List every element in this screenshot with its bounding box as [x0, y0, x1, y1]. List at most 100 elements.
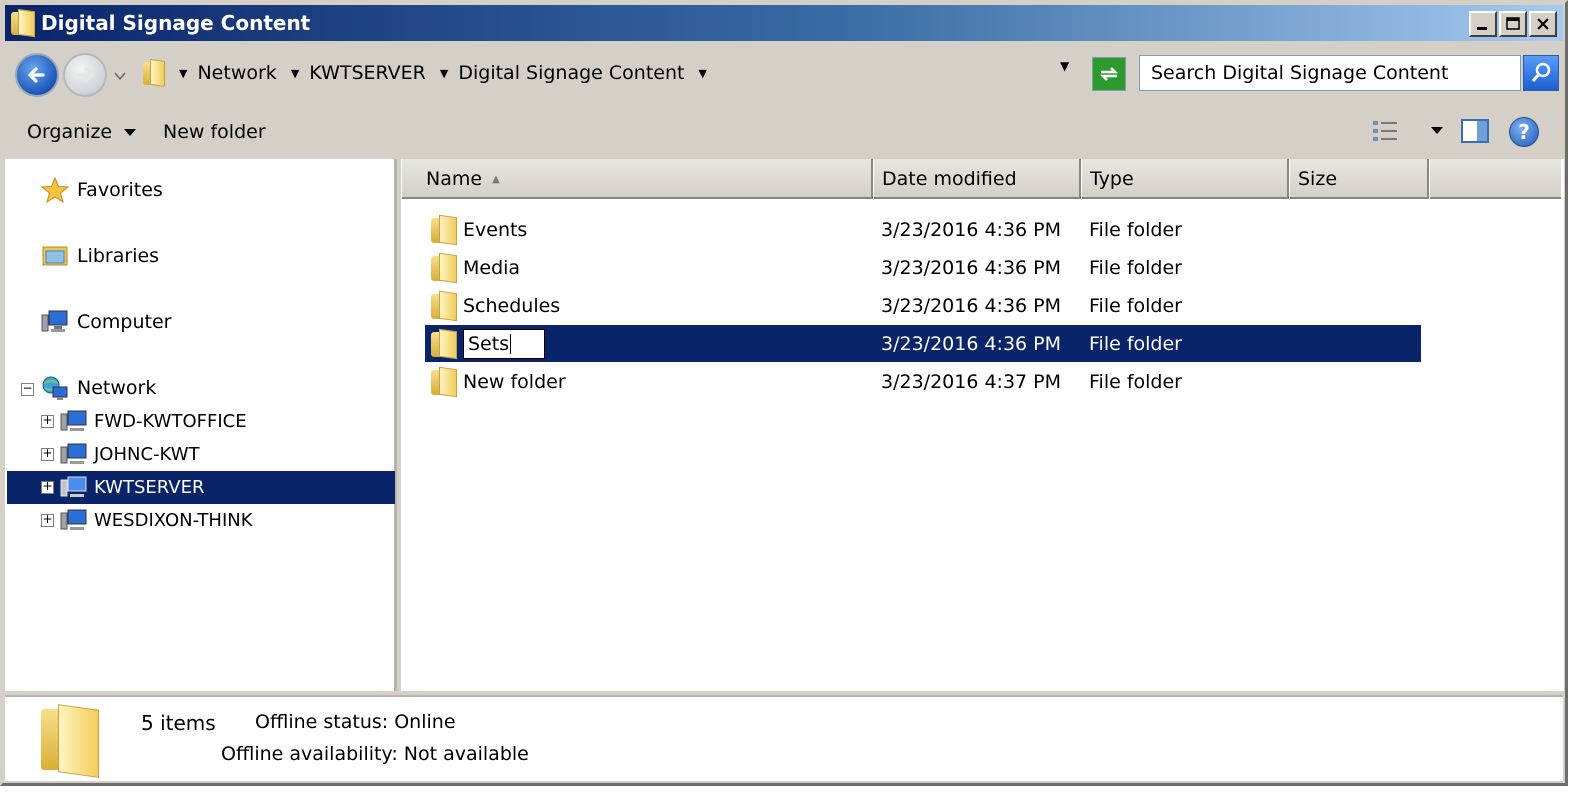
file-type: File folder — [1089, 256, 1182, 279]
search-input[interactable]: Search Digital Signage Content — [1139, 55, 1521, 91]
maximize-icon — [1506, 17, 1520, 30]
file-row[interactable]: New folder 3/23/2016 4:37 PM File folder — [425, 363, 1421, 400]
rename-input[interactable]: Sets — [463, 328, 545, 359]
nav-libraries[interactable]: Libraries — [41, 243, 159, 269]
file-date: 3/23/2016 4:36 PM — [881, 256, 1062, 279]
nav-favorites-label: Favorites — [77, 179, 163, 201]
text-caret — [510, 333, 512, 354]
nav-item-label: FWD-KWTOFFICE — [94, 411, 247, 432]
expand-button[interactable]: + — [41, 513, 54, 527]
column-date-modified[interactable]: Date modified — [873, 159, 1081, 199]
computer-icon — [60, 443, 87, 464]
refresh-button[interactable] — [1092, 57, 1126, 91]
window-title: Digital Signage Content — [41, 11, 311, 35]
file-row[interactable]: Schedules 3/23/2016 4:36 PM File folder — [425, 287, 1421, 324]
folder-icon — [143, 58, 165, 88]
help-icon[interactable]: ? — [1509, 117, 1539, 147]
folder-icon — [431, 214, 457, 245]
nav-network[interactable]: Network — [41, 375, 156, 401]
forward-button[interactable] — [63, 53, 107, 97]
file-date: 3/23/2016 4:36 PM — [881, 294, 1062, 317]
address-bar: ▼ Network ▼ KWTSERVER ▼ Digital Signage … — [5, 43, 1563, 103]
file-name: Schedules — [463, 294, 561, 317]
nav-computer[interactable]: Computer — [41, 309, 171, 335]
file-date: 3/23/2016 4:37 PM — [881, 370, 1062, 393]
column-header: Name ▲ Date modified Type Size — [401, 159, 1561, 199]
maximize-button[interactable] — [1499, 11, 1527, 37]
file-type: File folder — [1089, 332, 1182, 355]
file-row[interactable]: Media 3/23/2016 4:36 PM File folder — [425, 249, 1421, 286]
minimize-icon — [1477, 27, 1487, 30]
column-date-label: Date modified — [882, 168, 1017, 190]
file-name: Media — [463, 256, 521, 279]
file-list: Name ▲ Date modified Type Size Events 3/… — [401, 159, 1564, 691]
recent-pages-dropdown-icon[interactable] — [113, 71, 127, 81]
command-bar: Organize New folder ? — [5, 107, 1563, 155]
network-icon — [42, 376, 68, 400]
navigation-pane: Favorites Libraries Computer − Network +… — [5, 159, 397, 691]
breadcrumb-separator-icon[interactable]: ▼ — [291, 67, 299, 80]
file-row-selected[interactable]: Sets 3/23/2016 4:36 PM File folder — [425, 325, 1421, 362]
column-size[interactable]: Size — [1289, 159, 1429, 199]
file-type: File folder — [1089, 370, 1182, 393]
new-folder-label: New folder — [163, 121, 266, 143]
back-button[interactable] — [15, 53, 59, 97]
expand-button[interactable]: + — [41, 480, 54, 494]
offline-availability-value: Not available — [403, 743, 529, 765]
nav-network-label: Network — [77, 377, 157, 399]
breadcrumb-separator-icon[interactable]: ▼ — [179, 67, 187, 80]
column-name[interactable]: Name ▲ — [401, 159, 873, 199]
file-name: Events — [463, 218, 528, 241]
file-row[interactable]: Events 3/23/2016 4:36 PM File folder — [425, 211, 1421, 248]
refresh-icon — [1099, 67, 1119, 81]
view-options-dropdown-icon[interactable] — [1431, 127, 1443, 134]
folder-icon — [431, 290, 457, 321]
column-type-label: Type — [1090, 168, 1134, 190]
column-type[interactable]: Type — [1081, 159, 1289, 199]
offline-status-label: Offline status: — [255, 711, 389, 733]
breadcrumb-separator-icon[interactable]: ▼ — [698, 67, 706, 80]
preview-pane-icon[interactable] — [1461, 119, 1489, 143]
sort-ascending-icon: ▲ — [492, 173, 500, 185]
organize-button[interactable]: Organize — [27, 121, 137, 143]
nav-item-wesdixon-think[interactable]: + WESDIXON-THINK — [7, 504, 395, 537]
breadcrumb-digital-signage-content[interactable]: Digital Signage Content — [458, 62, 684, 84]
close-icon — [1537, 18, 1549, 30]
breadcrumb-separator-icon[interactable]: ▼ — [440, 67, 448, 80]
nav-item-johnc-kwt[interactable]: + JOHNC-KWT — [7, 438, 395, 471]
organize-label: Organize — [27, 121, 113, 143]
nav-favorites[interactable]: Favorites — [41, 177, 163, 203]
details-pane: 5 items Offline status: Online Offline a… — [5, 695, 1563, 781]
explorer-window: Digital Signage Content ▼ Network ▼ KWTS… — [0, 0, 1568, 786]
search-button[interactable] — [1523, 55, 1559, 91]
nav-item-kwtserver[interactable]: + KWTSERVER — [7, 471, 395, 504]
close-button[interactable] — [1529, 11, 1557, 37]
search-icon — [1531, 62, 1551, 82]
breadcrumb-network[interactable]: Network — [197, 62, 276, 84]
nav-item-fwd-kwtoffice[interactable]: + FWD-KWTOFFICE — [7, 405, 395, 438]
column-filler — [1429, 159, 1561, 199]
nav-item-label: KWTSERVER — [94, 477, 205, 498]
folder-icon — [431, 328, 457, 359]
star-icon — [41, 177, 69, 203]
nav-computer-label: Computer — [77, 311, 172, 333]
breadcrumb[interactable]: ▼ Network ▼ KWTSERVER ▼ Digital Signage … — [135, 53, 1085, 93]
file-type: File folder — [1089, 294, 1182, 317]
breadcrumb-kwtserver[interactable]: KWTSERVER — [309, 62, 426, 84]
change-view-icon[interactable] — [1371, 119, 1401, 143]
title-bar[interactable]: Digital Signage Content — [5, 5, 1563, 41]
nav-item-label: WESDIXON-THINK — [94, 510, 253, 531]
file-date: 3/23/2016 4:36 PM — [881, 332, 1062, 355]
back-arrow-icon — [28, 67, 45, 83]
expand-button[interactable]: + — [41, 414, 54, 428]
folder-icon — [431, 366, 457, 397]
folder-icon — [41, 704, 99, 778]
collapse-network-button[interactable]: − — [21, 382, 34, 396]
minimize-button[interactable] — [1469, 11, 1497, 37]
search-placeholder: Search Digital Signage Content — [1151, 62, 1449, 84]
expand-button[interactable]: + — [41, 447, 54, 461]
computer-icon — [60, 509, 87, 530]
new-folder-button[interactable]: New folder — [163, 121, 266, 143]
address-history-dropdown-icon[interactable]: ▼ — [1060, 59, 1069, 73]
computer-icon — [60, 410, 87, 431]
